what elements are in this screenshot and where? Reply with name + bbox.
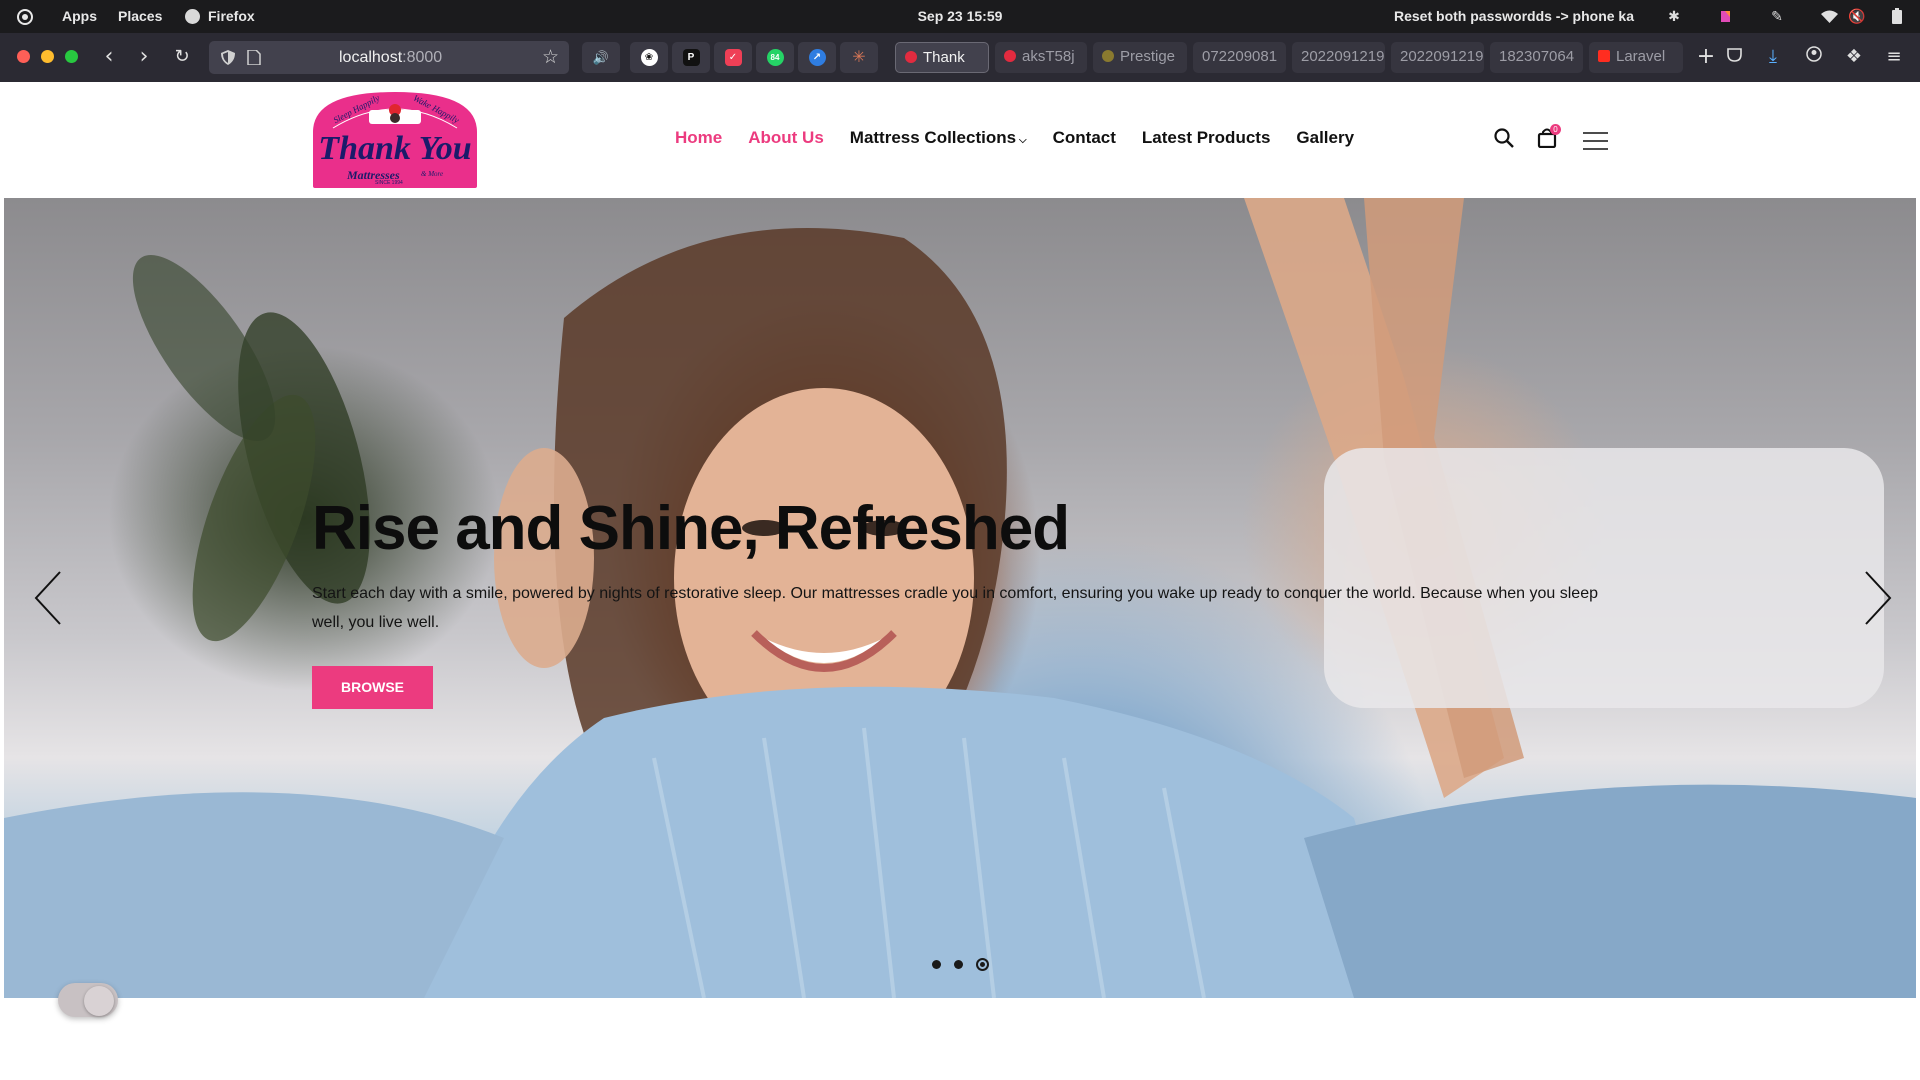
favicon-icon	[1004, 50, 1016, 62]
nav-latest-products[interactable]: Latest Products	[1142, 128, 1270, 148]
toggle-knob	[84, 986, 114, 1016]
shield-icon[interactable]	[221, 50, 235, 65]
pinned-tab-openai[interactable]: ❀	[630, 42, 668, 73]
hero-title: Rise and Shine, Refreshed	[312, 494, 1070, 563]
browse-button[interactable]: BROWSE	[312, 666, 433, 709]
battery-icon[interactable]	[1888, 7, 1906, 25]
next-slide-arrow-icon[interactable]	[1860, 568, 1896, 628]
hero-description: Start each day with a smile, powered by …	[312, 585, 1598, 631]
slide-dot-1[interactable]	[932, 960, 941, 969]
nav-mattress-collections[interactable]: Mattress Collections ⌵	[850, 128, 1027, 148]
tab-2022091219-a[interactable]: 2022091219	[1292, 42, 1385, 73]
bluetooth-icon[interactable]: ✱	[1665, 7, 1683, 25]
downloads-icon[interactable]: ⤓	[1761, 45, 1785, 69]
nav-home[interactable]: Home	[675, 128, 722, 148]
wifi-icon[interactable]	[1820, 7, 1838, 25]
browser-toolbar: ‹ › ↻ localhost:8000 ☆ 🔊 ❀ P ✓ 84 ↗ ✳ Th…	[0, 33, 1920, 82]
main-nav: Home About Us Mattress Collections ⌵ Cont…	[675, 128, 1380, 148]
bookmark-star-icon[interactable]: ☆	[542, 46, 559, 68]
app-indicator-icon[interactable]	[1716, 7, 1734, 25]
url-text[interactable]: localhost:8000	[339, 49, 442, 67]
logo[interactable]: Sleep Happily Wake Happily Thank You Mat…	[311, 90, 479, 190]
theme-toggle[interactable]	[58, 983, 118, 1017]
system-top-bar: Apps Places Firefox Sep 23 15:59 Reset b…	[0, 0, 1920, 33]
tab-072209081[interactable]: 072209081	[1193, 42, 1286, 73]
minimize-window-button[interactable]	[41, 50, 54, 63]
tab-thank-you[interactable]: Thank	[895, 42, 989, 73]
tab-182307064[interactable]: 182307064	[1490, 42, 1583, 73]
laravel-icon	[1598, 50, 1610, 62]
chevron-down-icon: ⌵	[1019, 135, 1027, 146]
slide-dots	[932, 958, 989, 971]
maximize-window-button[interactable]	[65, 50, 78, 63]
site-header: Sleep Happily Wake Happily Thank You Mat…	[0, 82, 1920, 198]
nav-about-us[interactable]: About Us	[748, 128, 824, 148]
pinned-tab-whatsapp[interactable]: 84	[756, 42, 794, 73]
tab-akst58j[interactable]: aksT58j	[995, 42, 1087, 73]
close-window-button[interactable]	[17, 50, 30, 63]
back-button[interactable]: ‹	[97, 45, 121, 69]
pinned-tab-producthunt[interactable]: P	[672, 42, 710, 73]
pocket-save-icon[interactable]	[1722, 45, 1746, 69]
nav-gallery[interactable]: Gallery	[1296, 128, 1354, 148]
account-icon[interactable]	[1802, 45, 1826, 69]
menu-icon[interactable]	[1583, 132, 1608, 155]
favicon-icon	[905, 51, 917, 63]
hero-slider: Rise and Shine, Refreshed Start each day…	[4, 198, 1916, 998]
logo-brand: Thank You	[318, 130, 472, 167]
whatsapp-icon: 84	[766, 49, 784, 66]
pinned-tab-audio[interactable]: 🔊	[582, 42, 620, 73]
nav-contact[interactable]: Contact	[1053, 128, 1116, 148]
app-menu-icon[interactable]: ≡	[1882, 45, 1906, 69]
pinned-tab-pocket[interactable]: ✓	[714, 42, 752, 73]
openai-icon: ❀	[640, 49, 658, 66]
reload-button[interactable]: ↻	[170, 45, 194, 69]
tab-laravel[interactable]: Laravel	[1589, 42, 1683, 73]
pen-icon[interactable]: ✎	[1768, 7, 1786, 25]
tab-prestige[interactable]: Prestige	[1093, 42, 1187, 73]
notification-text[interactable]: Reset both passwordds -> phone ka	[1394, 8, 1634, 24]
slide-dot-2[interactable]	[954, 960, 963, 969]
prev-slide-arrow-icon[interactable]	[30, 568, 66, 628]
safari-icon: ↗	[808, 49, 826, 66]
nav-mattress-collections-label: Mattress Collections	[849, 128, 1017, 147]
audio-icon: 🔊	[592, 50, 610, 65]
pinned-tab-claude[interactable]: ✳	[840, 42, 878, 73]
logo-sub-more: & More	[421, 170, 444, 178]
page-icon[interactable]	[247, 50, 261, 65]
url-bar[interactable]: localhost:8000 ☆	[209, 41, 569, 74]
new-tab-button[interactable]: +	[1694, 45, 1718, 69]
tab-2022091219-b[interactable]: 2022091219	[1391, 42, 1484, 73]
favicon-icon	[1102, 50, 1114, 62]
producthunt-icon: P	[682, 49, 700, 66]
pocket-icon: ✓	[724, 49, 742, 66]
mute-icon[interactable]: 🔇	[1848, 7, 1866, 25]
logo-since: SINCE 1994	[375, 180, 403, 186]
cart-count-badge: 0	[1550, 124, 1561, 135]
pinned-tab-safari[interactable]: ↗	[798, 42, 836, 73]
slide-dot-3[interactable]	[976, 958, 989, 971]
claude-icon: ✳	[852, 49, 866, 66]
extensions-icon[interactable]: ❖	[1842, 45, 1866, 69]
forward-button[interactable]: ›	[132, 45, 156, 69]
search-icon[interactable]	[1494, 128, 1514, 153]
